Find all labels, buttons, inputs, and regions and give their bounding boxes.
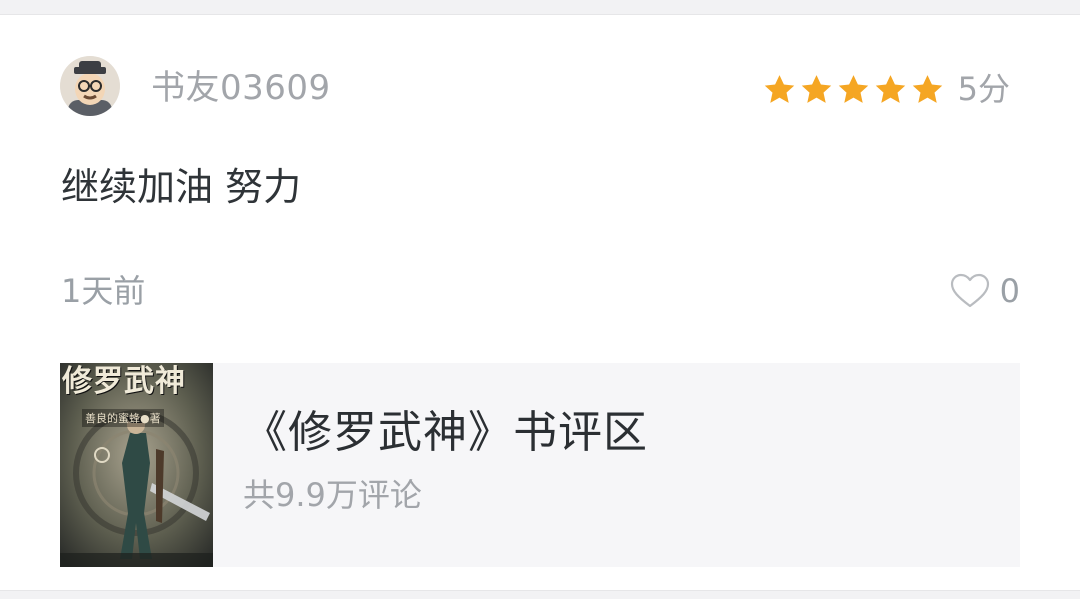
book-comment-count: 共9.9万评论 <box>243 476 422 514</box>
book-title[interactable]: 《修罗武神》书评区 <box>243 405 648 461</box>
like-button[interactable]: 0 <box>950 268 1020 314</box>
rating-score: 5分 <box>957 70 1010 108</box>
user-avatar-icon <box>60 56 120 116</box>
top-divider <box>0 0 1080 15</box>
star-icon <box>838 74 868 103</box>
star-icon <box>875 74 905 103</box>
book-cover-title: 修罗武神 <box>62 364 186 399</box>
avatar[interactable] <box>60 56 120 116</box>
rating: 5分 <box>763 66 1010 112</box>
like-count: 0 <box>999 272 1020 310</box>
star-icon <box>801 74 831 103</box>
book-cover[interactable]: 修罗武神 善良的蜜蜂●著 <box>60 363 213 567</box>
username[interactable]: 书友03609 <box>151 66 331 110</box>
heart-outline-icon[interactable] <box>950 273 990 309</box>
book-review-section-card[interactable]: 修罗武神 善良的蜜蜂●著 《修罗武神》书评区 共9.9万评论 <box>60 363 1020 567</box>
book-cover-author: 善良的蜜蜂●著 <box>82 409 164 427</box>
review-time: 1天前 <box>61 272 146 310</box>
rating-stars <box>763 73 944 106</box>
star-icon <box>912 74 942 103</box>
review-content[interactable]: 继续加油 努力 <box>61 162 301 212</box>
star-icon <box>764 74 794 103</box>
